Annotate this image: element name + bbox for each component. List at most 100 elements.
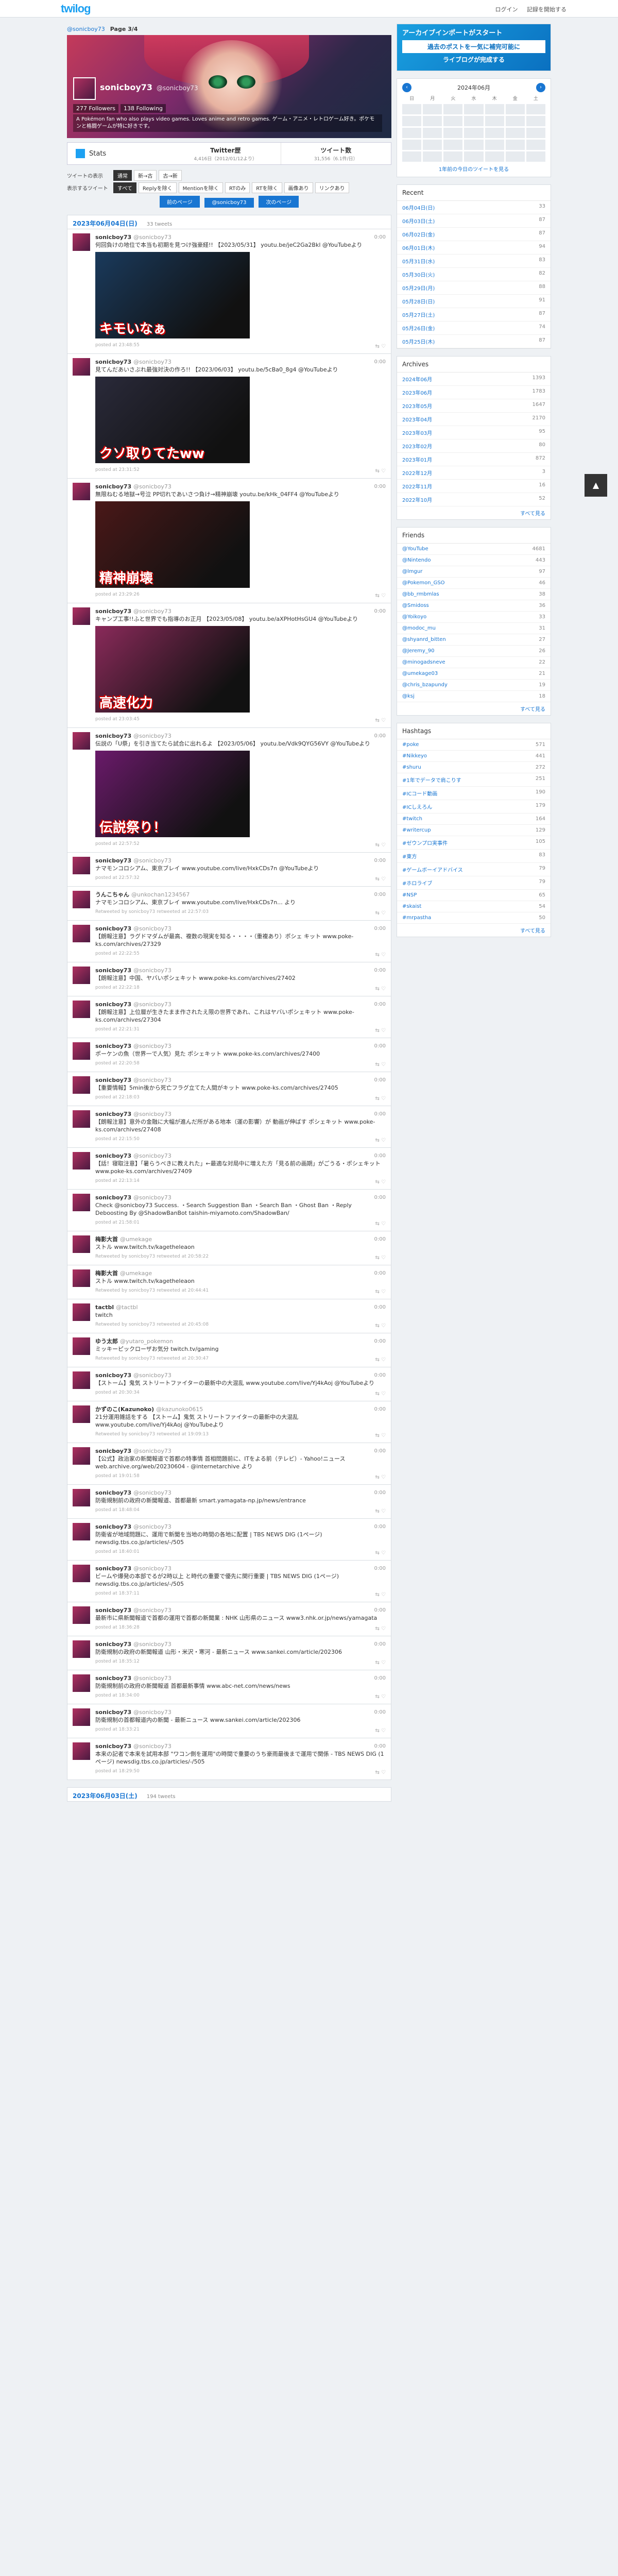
filter-option[interactable]: 通常 (113, 170, 132, 181)
tweet-author[interactable]: sonicboy73 @sonicboy73 (95, 732, 386, 740)
tweet-actions-icon[interactable]: ⇆ ♡ (375, 1549, 386, 1557)
hashtag-item[interactable]: #shuru 272 (397, 762, 551, 773)
tweet-actions-icon[interactable]: ⇆ ♡ (375, 1178, 386, 1186)
tweet-time[interactable]: 0:00 (374, 1447, 386, 1455)
tweet-author[interactable]: sonicboy73 @sonicboy73 (95, 1674, 386, 1682)
tweet-actions-icon[interactable]: ⇆ ♡ (375, 1769, 386, 1776)
calendar-day[interactable] (505, 151, 525, 162)
author-handle[interactable]: @sonicboy73 (133, 1077, 171, 1083)
calendar-day[interactable] (402, 151, 422, 162)
author-name[interactable]: sonicboy73 (95, 1743, 131, 1750)
author-name[interactable]: sonicboy73 (95, 1194, 131, 1201)
author-name[interactable]: かずのこ(Kazunoko) (95, 1406, 154, 1413)
tweet-actions-icon[interactable]: ⇆ ♡ (375, 1322, 386, 1330)
calendar-day[interactable] (485, 140, 504, 150)
profile-handle[interactable]: @sonicboy73 (157, 84, 198, 92)
tweet-author[interactable]: sonicboy73 @sonicboy73 (95, 967, 386, 974)
tweet-avatar[interactable] (73, 358, 90, 376)
archive-item[interactable]: 2022年12月 3 (397, 466, 551, 480)
author-name[interactable]: sonicboy73 (95, 1153, 131, 1159)
author-handle[interactable]: @sonicboy73 (133, 1153, 171, 1159)
author-name[interactable]: ゆう太郎 (95, 1338, 118, 1345)
tweet-avatar[interactable] (73, 1371, 90, 1389)
tweet-time[interactable]: 0:00 (374, 1405, 386, 1413)
tweet-author[interactable]: 梅影大首 @umekage (95, 1235, 386, 1243)
author-name[interactable]: sonicboy73 (95, 1641, 131, 1648)
archive-item[interactable]: 2022年11月 16 (397, 480, 551, 493)
tweet-avatar[interactable] (73, 967, 90, 984)
tweet-avatar[interactable] (73, 1565, 90, 1582)
tweet-time[interactable]: 0:00 (374, 1371, 386, 1379)
tweet-actions-icon[interactable]: ⇆ ♡ (375, 1254, 386, 1262)
hashtag-item[interactable]: #ゲームボーイアドバイス 79 (397, 863, 551, 876)
tweet-actions-icon[interactable]: ⇆ ♡ (375, 1137, 386, 1144)
ad-banner[interactable]: アーカイブインポートがスタート 過去のポストを一気に補完可能に ライブログが完成する (397, 24, 551, 71)
tweet-time[interactable]: 0:00 (374, 358, 386, 366)
tweet-time[interactable]: 0:00 (374, 857, 386, 865)
calendar-day[interactable] (402, 128, 422, 138)
author-name[interactable]: sonicboy73 (95, 483, 131, 490)
tweet-time[interactable]: 0:00 (374, 1076, 386, 1084)
tweet-time[interactable]: 0:00 (374, 1042, 386, 1050)
tweet-time[interactable]: 0:00 (374, 1523, 386, 1531)
friend-item[interactable]: @chris_bzapundy 19 (397, 680, 551, 691)
tweet-actions-icon[interactable]: ⇆ ♡ (375, 841, 386, 849)
tweet-avatar[interactable] (73, 925, 90, 942)
hashtag-item[interactable]: #twitch 164 (397, 814, 551, 825)
next-month-icon[interactable]: › (536, 83, 545, 92)
filter-option[interactable]: すべて (113, 182, 136, 193)
tweet-time[interactable]: 0:00 (374, 1303, 386, 1311)
calendar-day[interactable] (443, 116, 463, 126)
calendar-day[interactable] (402, 104, 422, 114)
tweet-image[interactable]: キモいなぁ (95, 252, 250, 338)
tweet-author[interactable]: sonicboy73 @sonicboy73 (95, 1523, 386, 1531)
calendar-day[interactable] (526, 104, 545, 114)
tweet-image[interactable]: クソ取りてたww (95, 377, 250, 463)
tweet-time[interactable]: 0:00 (374, 233, 386, 241)
calendar-day[interactable] (526, 140, 545, 150)
tweet-time[interactable]: 0:00 (374, 1001, 386, 1008)
tweet-time[interactable]: 0:00 (374, 1489, 386, 1497)
tweet-avatar[interactable] (73, 1303, 90, 1321)
hashtag-item[interactable]: #poke 571 (397, 739, 551, 751)
tweet-actions-icon[interactable]: ⇆ ♡ (375, 951, 386, 959)
author-handle[interactable]: @sonicboy73 (133, 1523, 171, 1530)
calendar-day[interactable] (526, 151, 545, 162)
recent-item[interactable]: 06月01日(木) 94 (397, 241, 551, 255)
tweet-avatar[interactable] (73, 607, 90, 625)
hashtag-item[interactable]: #ICしえろん 179 (397, 800, 551, 814)
tweet-author[interactable]: sonicboy73 @sonicboy73 (95, 483, 386, 490)
recent-item[interactable]: 05月30日(火) 82 (397, 268, 551, 281)
next-page-button[interactable]: 次のページ (259, 196, 299, 208)
tweet-time[interactable]: 0:00 (374, 1708, 386, 1716)
hashtag-item[interactable]: #ホロライブ 79 (397, 876, 551, 890)
filter-option[interactable]: 画像あり (284, 182, 313, 193)
tweet-actions-icon[interactable]: ⇆ ♡ (375, 1473, 386, 1481)
filter-option[interactable]: RTを除く (252, 182, 282, 193)
author-name[interactable]: 梅影大首 (95, 1236, 118, 1243)
tweet-author[interactable]: sonicboy73 @sonicboy73 (95, 1042, 386, 1050)
tweet-avatar[interactable] (73, 1076, 90, 1094)
author-handle[interactable]: @sonicboy73 (133, 1675, 171, 1682)
tweet-time[interactable]: 0:00 (374, 732, 386, 740)
author-handle[interactable]: @sonicboy73 (133, 1448, 171, 1454)
calendar-day[interactable] (423, 151, 442, 162)
author-name[interactable]: sonicboy73 (95, 1077, 131, 1083)
calendar-day[interactable] (505, 140, 525, 150)
filter-option[interactable]: Replyを除く (138, 182, 177, 193)
tweet-avatar[interactable] (73, 1001, 90, 1018)
tweet-author[interactable]: sonicboy73 @sonicboy73 (95, 1708, 386, 1716)
tweet-avatar[interactable] (73, 1708, 90, 1726)
tweet-actions-icon[interactable]: ⇆ ♡ (375, 909, 386, 917)
friend-item[interactable]: @Jeremy_90 26 (397, 646, 551, 657)
tweet-avatar[interactable] (73, 1640, 90, 1658)
author-name[interactable]: sonicboy73 (95, 1111, 131, 1117)
tweet-author[interactable]: かずのこ(Kazunoko) @kazunoko0615 (95, 1405, 386, 1413)
recent-item[interactable]: 05月28日(日) 91 (397, 295, 551, 308)
author-name[interactable]: sonicboy73 (95, 733, 131, 739)
tweet-author[interactable]: sonicboy73 @sonicboy73 (95, 1565, 386, 1572)
author-name[interactable]: sonicboy73 (95, 1709, 131, 1716)
tweet-time[interactable]: 0:00 (374, 483, 386, 490)
author-name[interactable]: 梅影大首 (95, 1270, 118, 1277)
hashtag-item[interactable]: #Nikkeyo 441 (397, 751, 551, 762)
